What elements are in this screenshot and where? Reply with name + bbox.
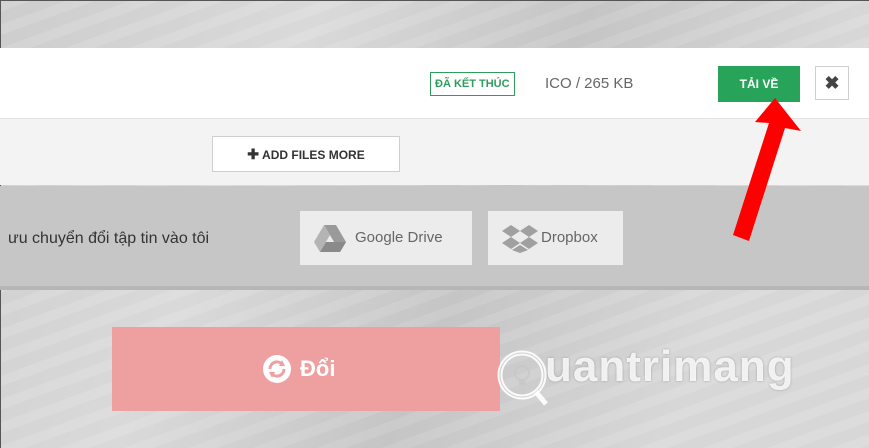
dropbox-icon [502,225,538,253]
dropbox-button[interactable]: Dropbox [488,211,623,265]
convert-label: Đổi [300,356,336,381]
red-arrow-annotation-icon [733,98,801,241]
convert-button[interactable]: Đổi [112,327,500,411]
watermark-text: uantrimang [545,342,795,391]
plus-icon: ✚ [247,146,260,162]
file-format-size: ICO / 265 KB [545,75,634,92]
save-to-text: ưu chuyển đổi tập tin vào tôi [8,230,210,247]
close-button[interactable]: ✖ [815,66,849,100]
status-badge: ĐÃ KẾT THÚC [430,72,515,96]
refresh-icon [263,355,291,383]
add-files-more-button[interactable]: ✚ ADD FILES MORE [212,136,400,172]
google-drive-label: Google Drive [355,229,443,246]
add-files-label: ADD FILES MORE [262,148,365,162]
google-drive-button[interactable]: Google Drive [300,211,472,265]
watermark-logo-icon [497,350,548,406]
dropbox-label: Dropbox [541,229,598,246]
close-icon: ✖ [824,73,840,93]
google-drive-icon [314,225,346,252]
